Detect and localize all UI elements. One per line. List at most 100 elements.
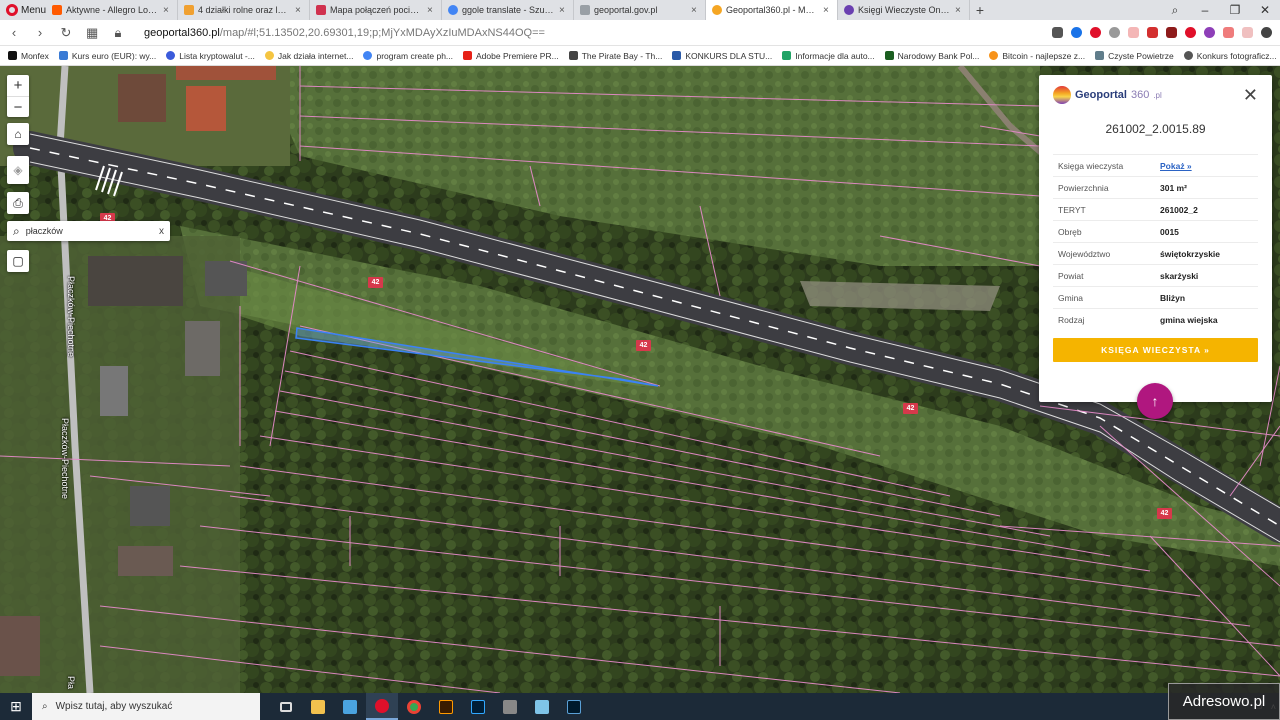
task-view-icon bbox=[280, 701, 292, 712]
tab-geoportal-gov[interactable]: geoportal.gov.pl × bbox=[574, 0, 706, 20]
back-icon[interactable]: ‹ bbox=[8, 25, 20, 40]
bookmark-item[interactable]: Adobe Premiere PR... bbox=[463, 51, 559, 61]
google-icon bbox=[363, 51, 373, 60]
adblock-icon[interactable] bbox=[1090, 27, 1101, 38]
row-label: Powierzchnia bbox=[1058, 182, 1109, 193]
train-map-favicon-icon bbox=[316, 5, 326, 15]
opera-icon[interactable] bbox=[1185, 27, 1196, 38]
tab-ksiegi[interactable]: Księgi Wieczyste Online - C × bbox=[838, 0, 970, 20]
chrome-taskbar-button[interactable] bbox=[398, 693, 430, 720]
vpn-icon[interactable] bbox=[1071, 27, 1082, 38]
tab-google[interactable]: ggole translate - Szukaj w G × bbox=[442, 0, 574, 20]
close-window-icon[interactable]: ✕ bbox=[1250, 3, 1280, 17]
bookmark-item[interactable]: Lista kryptowalut -... bbox=[166, 51, 255, 61]
tab-close-icon[interactable]: × bbox=[559, 5, 567, 16]
bookmark-icon bbox=[264, 51, 274, 60]
opera-menu-button[interactable]: Menu bbox=[0, 0, 46, 20]
bookmark-item[interactable]: Monfex bbox=[8, 51, 49, 61]
bookmark-item[interactable]: program create ph... bbox=[363, 51, 453, 61]
windows-taskbar: ⊞ ⌕ Wpisz tutaj, aby wyszukać ▭ ˄ bbox=[0, 693, 1280, 720]
extension-icon[interactable] bbox=[1166, 27, 1177, 38]
task-view-button[interactable] bbox=[270, 693, 302, 720]
bookmark-item[interactable]: Jak działa internet... bbox=[264, 51, 353, 61]
zoom-control: + − bbox=[7, 75, 29, 117]
app-button[interactable] bbox=[526, 693, 558, 720]
maximize-icon[interactable]: ❐ bbox=[1220, 3, 1250, 17]
info-row-gmina: Gmina Bliżyn bbox=[1053, 286, 1258, 308]
calculator-button[interactable] bbox=[494, 693, 526, 720]
youtube-icon[interactable] bbox=[1223, 27, 1234, 38]
tab-close-icon[interactable]: × bbox=[823, 5, 831, 16]
illustrator-button[interactable] bbox=[430, 693, 462, 720]
bookmark-label: Informacje dla auto... bbox=[795, 50, 875, 61]
tab-close-icon[interactable]: × bbox=[955, 5, 963, 16]
new-tab-button[interactable]: + bbox=[970, 0, 990, 20]
lightroom-button[interactable] bbox=[558, 693, 590, 720]
tab-close-icon[interactable]: × bbox=[427, 5, 435, 16]
photoshop-button[interactable] bbox=[462, 693, 494, 720]
tab-dzialki[interactable]: 4 działki rolne oraz leśna. N × bbox=[178, 0, 310, 20]
bookmark-icon bbox=[166, 51, 176, 60]
bookmark-item[interactable]: Bitcoin - najlepsze z... bbox=[989, 51, 1085, 61]
row-label: Województwo bbox=[1058, 248, 1111, 259]
start-button[interactable]: ⊞ bbox=[0, 698, 32, 715]
extension-icon[interactable] bbox=[1204, 27, 1215, 38]
bookmark-item[interactable]: KONKURS DLA STU... bbox=[672, 51, 772, 61]
tab-allegro[interactable]: Aktywne - Allegro Lokalnie × bbox=[46, 0, 178, 20]
layers-button[interactable]: ◈ bbox=[7, 156, 29, 184]
speed-dial-icon[interactable]: ▦ bbox=[86, 25, 98, 41]
bookmark-icon bbox=[58, 51, 68, 60]
tab-title: 4 działki rolne oraz leśna. N bbox=[198, 5, 291, 15]
zoom-out-button[interactable]: − bbox=[7, 96, 29, 117]
tab-title: Geoportal360.pl - Mapa Int bbox=[726, 5, 819, 15]
ksiega-wieczysta-button[interactable]: KSIĘGA WIECZYSTA » bbox=[1053, 338, 1258, 362]
info-row-teryt: TERYT 261002_2 bbox=[1053, 198, 1258, 220]
bookmark-item[interactable]: Konkurs fotograficz... bbox=[1183, 51, 1277, 61]
fullscreen-button[interactable]: ▢ bbox=[7, 250, 29, 272]
show-ksiega-link[interactable]: Pokaż » bbox=[1160, 161, 1192, 171]
bookmark-label: Narodowy Bank Pol... bbox=[897, 50, 980, 61]
bookmark-item[interactable]: Czyste Powietrze bbox=[1095, 51, 1174, 61]
file-explorer-button[interactable] bbox=[302, 693, 334, 720]
forward-icon[interactable]: › bbox=[34, 25, 46, 40]
tab-close-icon[interactable]: × bbox=[691, 5, 699, 16]
tab-title: Aktywne - Allegro Lokalnie bbox=[66, 5, 159, 15]
bookmark-item[interactable]: The Pirate Bay - Th... bbox=[568, 51, 662, 61]
panel-header: Geoportal 360 .pl ✕ bbox=[1053, 85, 1258, 105]
home-button[interactable]: ⌂ bbox=[7, 123, 29, 145]
tab-pociagi[interactable]: Mapa połączeń pociągów × bbox=[310, 0, 442, 20]
row-label: Powiat bbox=[1058, 270, 1084, 281]
opera-taskbar-button[interactable] bbox=[366, 693, 398, 720]
tab-close-icon[interactable]: × bbox=[295, 5, 303, 16]
taskbar-search[interactable]: ⌕ Wpisz tutaj, aby wyszukać bbox=[32, 693, 260, 720]
geoportal360-logo[interactable]: Geoportal 360 .pl bbox=[1053, 86, 1162, 104]
bookmark-icon bbox=[1095, 51, 1105, 60]
app-button[interactable] bbox=[334, 693, 366, 720]
map-search-input[interactable] bbox=[25, 226, 153, 236]
tab-close-icon[interactable]: × bbox=[163, 5, 171, 16]
minimize-icon[interactable]: – bbox=[1190, 3, 1220, 17]
scroll-up-button[interactable]: ↑ bbox=[1137, 383, 1173, 419]
extension-icon[interactable] bbox=[1128, 27, 1139, 38]
search-tabs-icon[interactable]: ⌕ bbox=[1160, 3, 1190, 18]
tab-strip: Menu Aktywne - Allegro Lokalnie × 4 dział… bbox=[0, 0, 1280, 20]
calculator-icon bbox=[503, 699, 517, 714]
bookmark-item[interactable]: Narodowy Bank Pol... bbox=[884, 50, 980, 61]
print-button[interactable]: ⎙ bbox=[7, 192, 29, 214]
clear-search-button[interactable]: x bbox=[159, 226, 164, 237]
url-field[interactable]: geoportal360.pl/map/#l;51.13502,20.69301… bbox=[144, 27, 1038, 39]
extension-icon[interactable] bbox=[1242, 27, 1253, 38]
bookmark-item[interactable]: Informacje dla auto... bbox=[782, 50, 875, 61]
extension-icon[interactable] bbox=[1147, 27, 1158, 38]
zoom-in-button[interactable]: + bbox=[7, 75, 29, 96]
map-canvas[interactable]: 42 42 42 42 42 Płaczków-Piechotne Płaczk… bbox=[0, 66, 1280, 693]
opera-logo-icon bbox=[6, 4, 18, 16]
camera-icon[interactable] bbox=[1052, 27, 1063, 38]
reload-icon[interactable]: ↻ bbox=[60, 25, 72, 41]
account-icon[interactable] bbox=[1261, 27, 1272, 38]
tab-geoportal360[interactable]: Geoportal360.pl - Mapa Int × bbox=[706, 0, 838, 20]
row-value: 301 m² bbox=[1160, 182, 1187, 193]
close-icon[interactable]: ✕ bbox=[1243, 86, 1258, 104]
bookmark-item[interactable]: Kurs euro (EUR): wy... bbox=[58, 51, 156, 61]
heart-icon[interactable] bbox=[1109, 27, 1120, 38]
